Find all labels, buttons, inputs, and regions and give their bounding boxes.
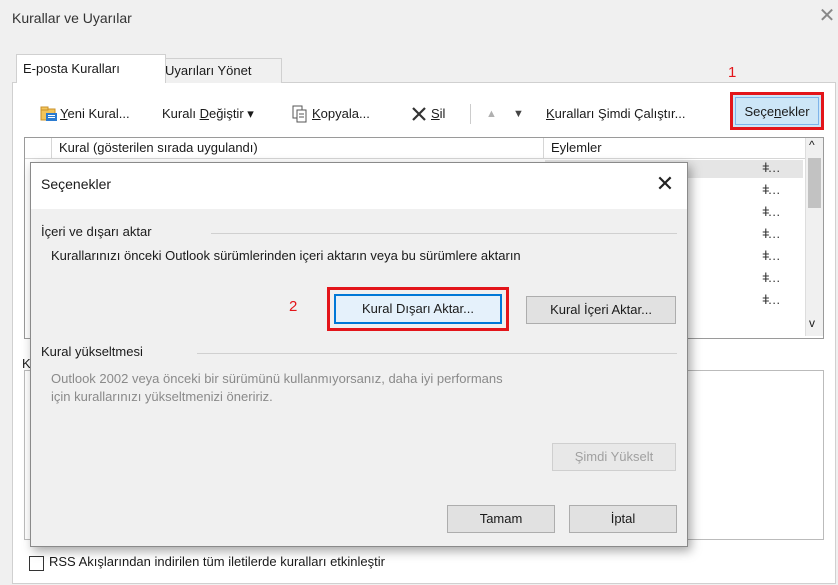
upgrade-description-line1: Outlook 2002 veya önceki bir sürümünü ku… xyxy=(51,371,503,386)
annotation-marker-2: 2 xyxy=(289,298,298,315)
import-export-description: Kurallarınızı önceki Outlook sürümlerind… xyxy=(51,248,521,263)
import-export-group-title: İçeri ve dışarı aktar xyxy=(41,224,158,239)
rules-list-scrollbar[interactable]: ^ v xyxy=(805,138,823,336)
column-actions[interactable]: Eylemler xyxy=(551,140,602,155)
upgrade-group-title: Kural yükseltmesi xyxy=(41,344,149,359)
run-rules-now-button[interactable]: Kuralları Şimdi Çalıştır... xyxy=(546,103,685,125)
dialog-title: Seçenekler xyxy=(41,176,112,192)
rule-actions-icon: ǂ… xyxy=(762,160,781,175)
dialog-titlebar: Seçenekler ✕ xyxy=(31,163,687,209)
move-down-icon[interactable]: ▼ xyxy=(513,103,524,125)
window-title: Kurallar ve Uyarılar xyxy=(12,10,132,26)
rule-actions-icon: ǂ… xyxy=(762,226,781,241)
scroll-up-icon[interactable]: ^ xyxy=(809,138,815,152)
group-divider xyxy=(197,353,677,354)
rule-actions-icon: ǂ… xyxy=(762,182,781,197)
change-rule-button[interactable]: Kuralı Değiştir ▾ xyxy=(162,103,254,125)
rss-rules-checkbox[interactable] xyxy=(29,556,44,571)
options-dialog: Seçenekler ✕ İçeri ve dışarı aktar Kural… xyxy=(30,162,688,547)
column-rule[interactable]: Kural (gösterilen sırada uygulandı) xyxy=(59,140,258,155)
delete-button[interactable]: Sil xyxy=(431,103,445,125)
new-rule-icon xyxy=(40,104,58,122)
scroll-thumb[interactable] xyxy=(808,158,821,208)
options-button[interactable]: Seçenekler xyxy=(735,97,819,125)
rule-actions-icon: ǂ… xyxy=(762,270,781,285)
group-divider xyxy=(211,233,677,234)
column-divider xyxy=(51,138,52,158)
window-close-icon[interactable]: ✕ xyxy=(818,4,836,28)
rules-list-header: Kural (gösterilen sırada uygulandı) Eyle… xyxy=(25,138,805,159)
export-rules-button[interactable]: Kural Dışarı Aktar... xyxy=(334,294,502,324)
tab-email-rules[interactable]: E-posta Kuralları xyxy=(16,54,166,83)
copy-icon xyxy=(292,105,308,123)
annotation-marker-1: 1 xyxy=(728,64,737,81)
rule-actions-icon: ǂ… xyxy=(762,248,781,263)
toolbar-separator xyxy=(470,104,471,124)
rule-actions-icon: ǂ… xyxy=(762,292,781,307)
move-up-icon[interactable]: ▲ xyxy=(486,103,497,125)
cancel-button[interactable]: İptal xyxy=(569,505,677,533)
delete-icon xyxy=(411,106,427,122)
copy-button[interactable]: Kopyala... xyxy=(312,103,370,125)
upgrade-now-button: Şimdi Yükselt xyxy=(552,443,676,471)
rss-rules-label[interactable]: RSS Akışlarından indirilen tüm iletilerd… xyxy=(49,554,385,569)
upgrade-description-line2: için kurallarınızı yükseltmenizi öneriri… xyxy=(51,389,273,404)
dialog-close-icon[interactable]: ✕ xyxy=(651,169,679,199)
new-rule-button[interactable]: Yeni Kural... xyxy=(60,103,130,125)
options-button-highlight: Seçenekler xyxy=(730,92,824,130)
tab-manage-alerts[interactable]: Uyarıları Yönet xyxy=(158,58,282,83)
rule-actions-icon: ǂ… xyxy=(762,204,781,219)
scroll-down-icon[interactable]: v xyxy=(809,316,815,330)
ok-button[interactable]: Tamam xyxy=(447,505,555,533)
import-rules-button[interactable]: Kural İçeri Aktar... xyxy=(526,296,676,324)
column-divider xyxy=(543,138,544,158)
